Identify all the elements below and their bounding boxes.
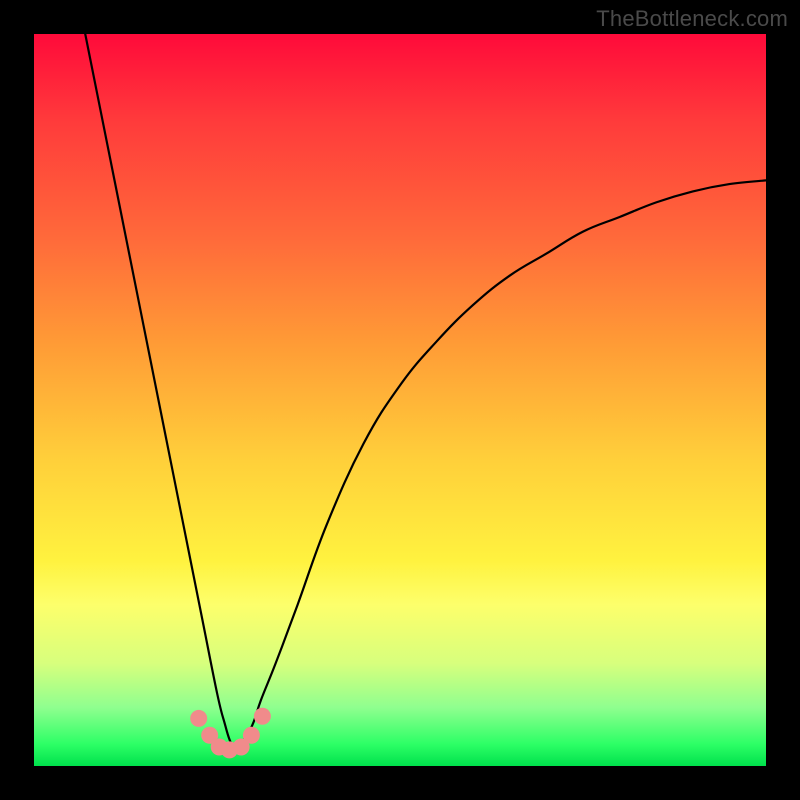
curve-line bbox=[85, 34, 766, 746]
marker-dot bbox=[254, 708, 271, 725]
marker-dots bbox=[190, 708, 271, 759]
chart-frame: TheBottleneck.com bbox=[0, 0, 800, 800]
watermark-text: TheBottleneck.com bbox=[596, 6, 788, 32]
marker-dot bbox=[243, 727, 260, 744]
chart-svg bbox=[34, 34, 766, 766]
plot-area bbox=[34, 34, 766, 766]
marker-dot bbox=[190, 710, 207, 727]
